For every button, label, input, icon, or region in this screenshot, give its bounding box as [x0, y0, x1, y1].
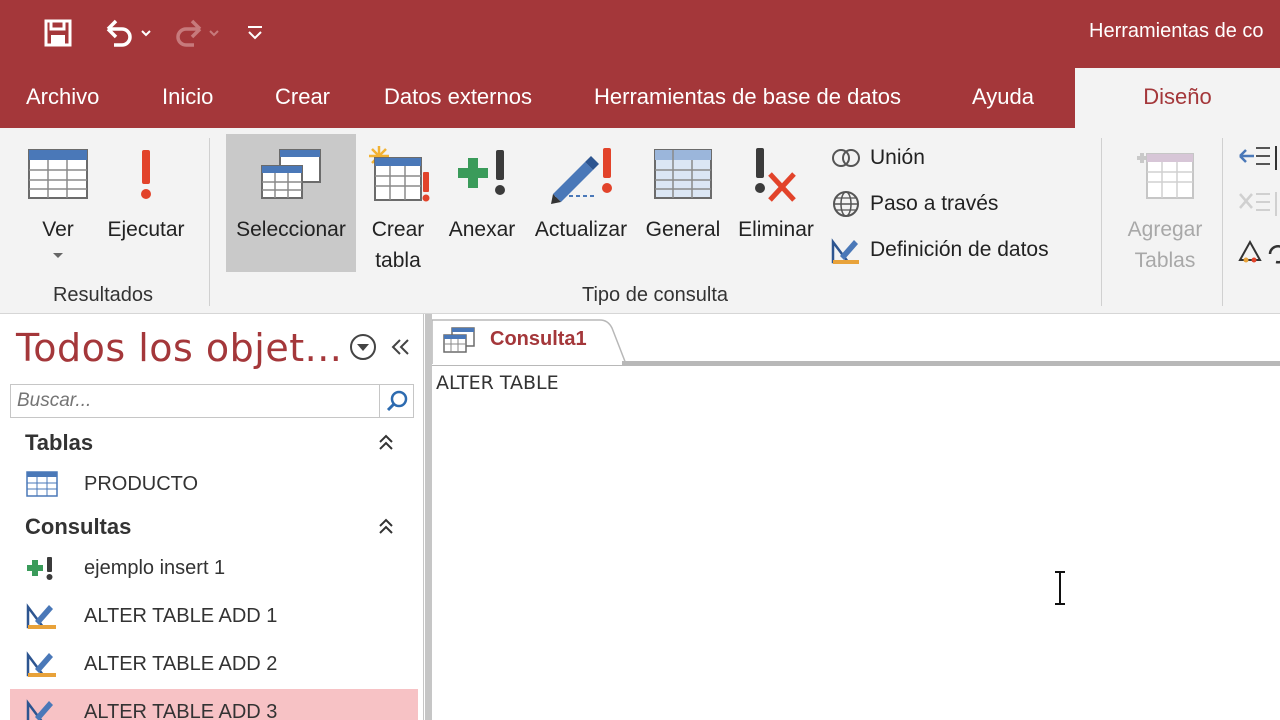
nav-menu-dropdown-icon[interactable]: [348, 332, 378, 362]
agregar-tablas-button: Agregar Tablas: [1118, 134, 1212, 276]
nav-item-alter-table-add-3[interactable]: ALTER TABLE ADD 3: [10, 689, 418, 720]
collapse-pane-icon[interactable]: [386, 332, 416, 362]
customize-qat-icon[interactable]: [240, 14, 270, 52]
double-chevron-up-icon[interactable]: [374, 514, 398, 538]
sql-text[interactable]: ALTER TABLE: [436, 372, 559, 394]
globe-icon: [830, 188, 862, 220]
delete-rows-icon: [1236, 188, 1280, 220]
text-cursor-icon: [1052, 571, 1068, 610]
actualizar-button[interactable]: Actualizar: [526, 134, 636, 245]
crosstab-query-icon: [640, 134, 726, 214]
tab-herramientas-base-datos[interactable]: Herramientas de base de datos: [594, 84, 901, 110]
ejecutar-label: Ejecutar: [107, 218, 185, 241]
group-separator: [1222, 138, 1223, 306]
eliminar-label: Eliminar: [738, 218, 814, 241]
ejecutar-button[interactable]: Ejecutar: [102, 134, 190, 245]
insert-rows-icon[interactable]: [1236, 142, 1280, 174]
double-chevron-up-icon[interactable]: [374, 430, 398, 454]
resultados-group-label: Resultados: [52, 284, 154, 306]
data-definition-query-icon: [24, 697, 60, 720]
tab-diseno[interactable]: Diseño: [1075, 68, 1280, 128]
tab-crear[interactable]: Crear: [275, 84, 330, 110]
actualizar-label: Actualizar: [534, 218, 628, 241]
nav-item-alter-table-add-2[interactable]: ALTER TABLE ADD 2: [10, 641, 418, 687]
menu-bar: Archivo Inicio Crear Datos externos Herr…: [0, 68, 1280, 128]
document-area: Consulta1 ALTER TABLE: [425, 314, 1280, 720]
add-tables-icon: [1118, 134, 1212, 214]
ver-button[interactable]: Ver: [20, 134, 96, 267]
tab-datos-externos[interactable]: Datos externos: [384, 84, 532, 110]
anexar-button[interactable]: Anexar: [440, 134, 524, 245]
redo-icon: [168, 14, 224, 52]
nav-item-label: ejemplo insert 1: [84, 557, 226, 579]
seleccionar-button[interactable]: Seleccionar: [226, 134, 356, 272]
section-header-tablas[interactable]: Tablas: [10, 422, 414, 462]
crear-tabla-label-1: Crear: [371, 218, 425, 241]
group-separator: [1101, 138, 1102, 306]
data-definition-query-icon: [24, 649, 60, 679]
anexar-label: Anexar: [448, 218, 516, 241]
query-tab-icon: [442, 326, 476, 359]
section-header-consultas[interactable]: Consultas: [10, 506, 414, 546]
document-tab-consulta1[interactable]: Consulta1: [432, 318, 632, 364]
ribbon: Ver Ejecutar Resultados Seleccionar Crea…: [0, 128, 1280, 314]
update-query-icon: [526, 134, 636, 214]
select-query-icon: [226, 134, 356, 214]
search-box: [10, 384, 414, 418]
delete-query-icon: [730, 134, 822, 214]
paso-a-traves-label: Paso a través: [870, 192, 999, 215]
tipo-consulta-group-label: Tipo de consulta: [581, 284, 728, 306]
crear-tabla-label-2: tabla: [375, 249, 421, 272]
data-definition-query-icon: [24, 601, 60, 631]
union-button[interactable]: Unión: [830, 142, 925, 174]
datasheet-view-icon: [20, 134, 96, 214]
run-icon: [102, 134, 190, 214]
section-title: Consultas: [25, 514, 132, 539]
nav-item-producto[interactable]: PRODUCTO: [10, 461, 418, 507]
append-query-icon: [440, 134, 524, 214]
append-query-icon: [24, 553, 60, 583]
ver-label: Ver: [42, 218, 74, 241]
data-definition-icon: [830, 234, 862, 266]
document-tab-strip: Consulta1: [432, 314, 1280, 365]
agregar-tablas-label-1: Agregar: [1127, 218, 1203, 241]
save-icon[interactable]: [38, 14, 78, 52]
agregar-tablas-label-2: Tablas: [1134, 249, 1196, 272]
navigation-pane: Todos los objet... Tablas PRODUCTO Consu…: [0, 314, 424, 720]
tab-ayuda[interactable]: Ayuda: [972, 84, 1034, 110]
search-icon[interactable]: [379, 385, 413, 417]
nav-item-label: ALTER TABLE ADD 1: [84, 605, 278, 627]
nav-item-ejemplo-insert-1[interactable]: ejemplo insert 1: [10, 545, 418, 591]
nav-item-alter-table-add-1[interactable]: ALTER TABLE ADD 1: [10, 593, 418, 639]
definicion-datos-button[interactable]: Definición de datos: [830, 234, 1049, 266]
paso-a-traves-button[interactable]: Paso a través: [830, 188, 998, 220]
union-icon: [830, 142, 862, 174]
table-icon: [24, 469, 60, 499]
splitter-bar[interactable]: [425, 314, 432, 720]
eliminar-button[interactable]: Eliminar: [730, 134, 822, 245]
section-title: Tablas: [25, 430, 94, 455]
nav-item-label: ALTER TABLE ADD 2: [84, 653, 278, 675]
make-table-query-icon: [362, 134, 434, 214]
crear-tabla-button[interactable]: Crear tabla: [362, 134, 434, 276]
seleccionar-label: Seleccionar: [236, 218, 346, 241]
nav-item-label: ALTER TABLE ADD 3: [84, 701, 278, 720]
document-tab-label: Consulta1: [490, 328, 587, 350]
chevron-down-icon: [20, 245, 96, 267]
tab-archivo[interactable]: Archivo: [26, 84, 99, 110]
nav-item-label: PRODUCTO: [84, 473, 199, 495]
contextual-tab-title: Herramientas de co: [1075, 0, 1280, 68]
tab-inicio[interactable]: Inicio: [162, 84, 213, 110]
nav-pane-title[interactable]: Todos los objet...: [16, 326, 342, 370]
sql-editor[interactable]: ALTER TABLE: [432, 365, 1280, 720]
undo-icon[interactable]: [98, 14, 154, 52]
builder-icon[interactable]: [1236, 234, 1280, 266]
definicion-datos-label: Definición de datos: [870, 238, 1049, 261]
group-separator: [209, 138, 210, 306]
general-button[interactable]: General: [640, 134, 726, 245]
union-label: Unión: [870, 146, 925, 169]
search-input[interactable]: [11, 385, 381, 417]
general-label: General: [645, 218, 721, 241]
